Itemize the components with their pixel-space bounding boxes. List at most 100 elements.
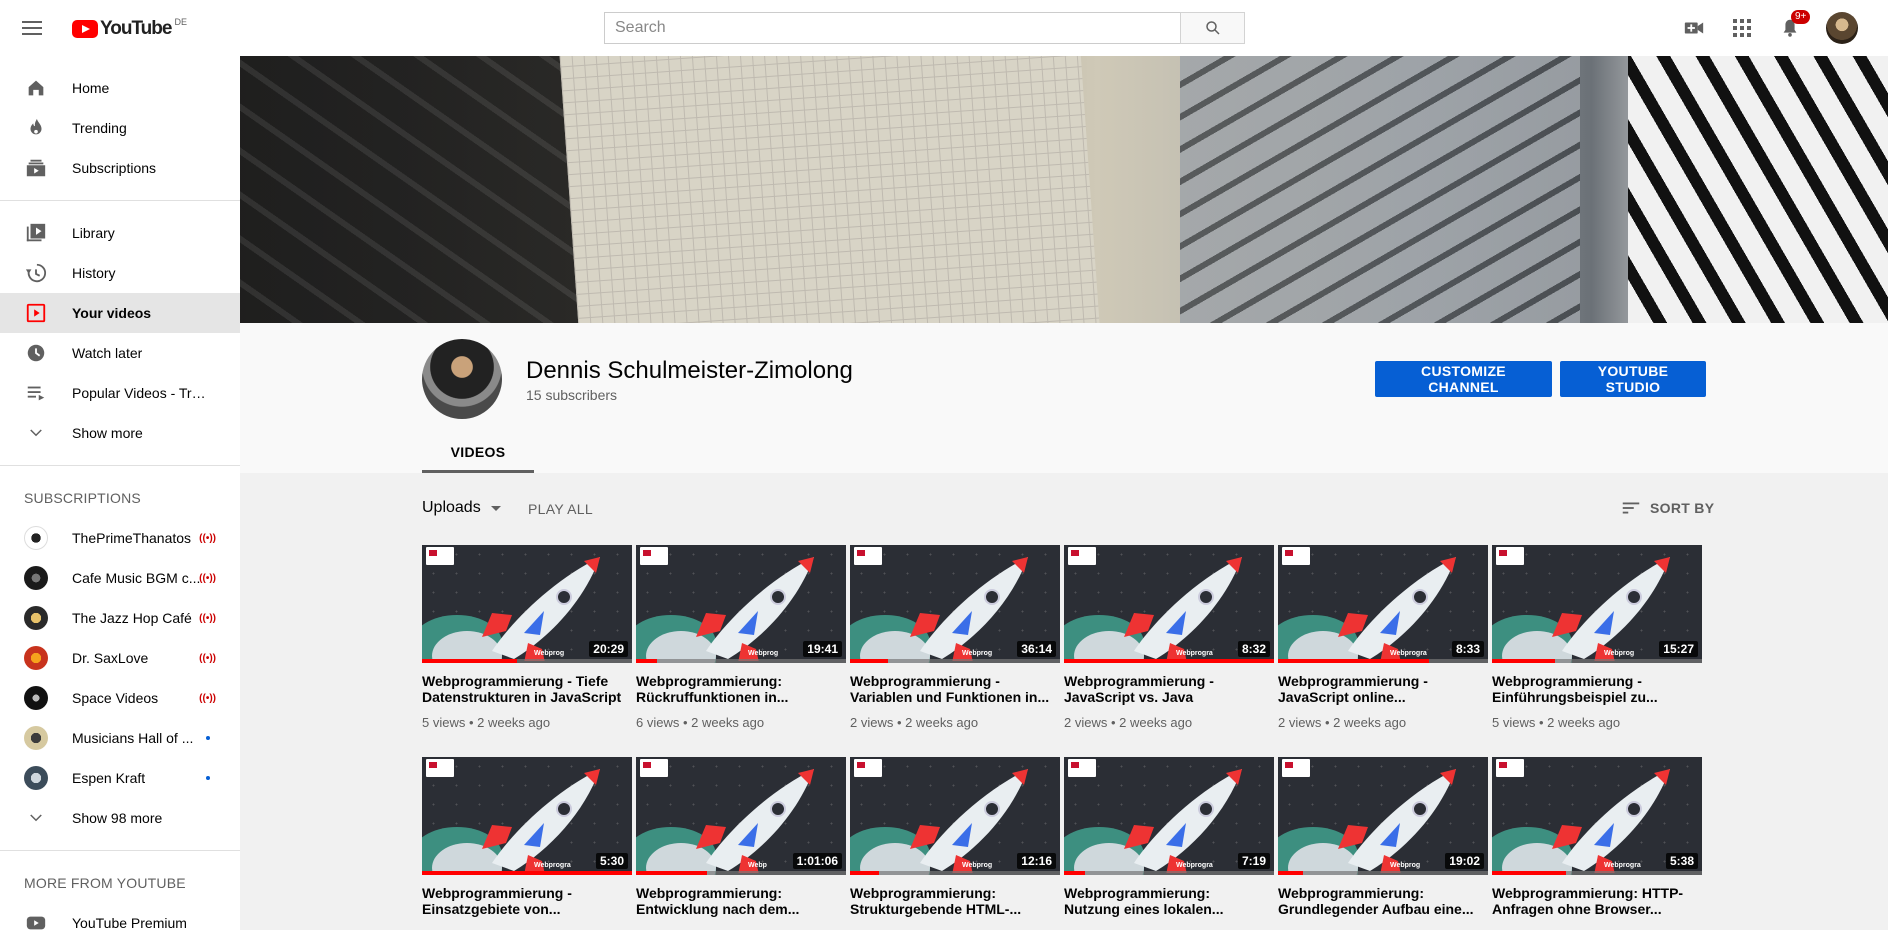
- watch-progress-fill: [422, 659, 517, 663]
- apps-grid-icon[interactable]: [1730, 16, 1754, 40]
- dhbw-logo: [1282, 759, 1310, 777]
- video-title[interactable]: Webprogrammierung: Entwicklung nach dem.…: [636, 885, 846, 917]
- sidebar-item-history[interactable]: History: [0, 253, 240, 293]
- channel-avatar: [24, 606, 48, 630]
- watch-progress-bar: [1492, 871, 1702, 875]
- subscription-item[interactable]: Musicians Hall of ...: [0, 718, 240, 758]
- video-duration: 36:14: [1017, 641, 1056, 657]
- video-card[interactable]: Webprogra 8:33 Webprogrammierung - JavaS…: [1278, 545, 1488, 757]
- video-title[interactable]: Webprogrammierung - Einsatzgebiete von..…: [422, 885, 632, 917]
- play-all-button[interactable]: PLAY ALL: [528, 501, 593, 517]
- youtube-studio-button[interactable]: YOUTUBE STUDIO: [1560, 361, 1706, 397]
- video-card[interactable]: Webprog 19:41 Webprogrammierung: Rückruf…: [636, 545, 846, 757]
- subscription-item[interactable]: Space Videos ((•)): [0, 678, 240, 718]
- video-title[interactable]: Webprogrammierung - JavaScript vs. Java: [1064, 673, 1274, 705]
- video-thumbnail[interactable]: Webprogra 7:19: [1064, 757, 1274, 875]
- video-thumbnail[interactable]: Webprog 19:41: [636, 545, 846, 663]
- video-thumbnail[interactable]: Webprog 15:27: [1492, 545, 1702, 663]
- watch-progress-fill: [422, 871, 632, 875]
- caret-down-icon: [490, 505, 501, 511]
- subscription-item[interactable]: Cafe Music BGM c... ((•)): [0, 558, 240, 598]
- subscription-item[interactable]: Espen Kraft: [0, 758, 240, 798]
- search-input[interactable]: [604, 12, 1180, 44]
- subscription-label: Space Videos: [72, 690, 159, 706]
- video-title[interactable]: Webprogrammierung - Einführungsbeispiel …: [1492, 673, 1702, 705]
- video-grid: Webprog 20:29 Webprogrammierung - Tiefe …: [422, 545, 1712, 930]
- chevron-down-icon: [24, 806, 48, 830]
- video-card[interactable]: Webprog 12:16 Webprogrammierung: Struktu…: [850, 757, 1060, 930]
- subscriptions-heading: SUBSCRIPTIONS: [24, 490, 141, 506]
- sidebar-item-home[interactable]: Home: [0, 68, 240, 108]
- uploads-dropdown[interactable]: Uploads: [422, 499, 501, 517]
- sidebar-show-more-subscriptions[interactable]: Show 98 more: [0, 798, 240, 838]
- video-title[interactable]: Webprogrammierung: Rückruffunktionen in.…: [636, 673, 846, 705]
- subscription-item[interactable]: The Jazz Hop Café ((•)): [0, 598, 240, 638]
- video-card[interactable]: Webprogra 5:38 Webprogrammierung: HTTP-A…: [1492, 757, 1702, 930]
- sidebar-item-library[interactable]: Library: [0, 213, 240, 253]
- video-card[interactable]: Webprog 19:02 Webprogrammierung: Grundle…: [1278, 757, 1488, 930]
- video-title[interactable]: Webprogrammierung: Strukturgebende HTML-…: [850, 885, 1060, 917]
- hamburger-menu-icon[interactable]: [20, 16, 44, 40]
- video-thumbnail[interactable]: Webprogra 8:32: [1064, 545, 1274, 663]
- watch-progress-bar: [1492, 659, 1702, 663]
- watch-progress-fill: [850, 871, 880, 875]
- banner-mixer-image: [1180, 56, 1580, 323]
- channel-avatar[interactable]: [422, 339, 502, 419]
- watch-progress-bar: [422, 659, 632, 663]
- video-card[interactable]: Webprogra 7:19 Webprogrammierung: Nutzun…: [1064, 757, 1274, 930]
- video-thumbnail[interactable]: Webprog 19:02: [1278, 757, 1488, 875]
- video-thumbnail[interactable]: Webprogra 5:30: [422, 757, 632, 875]
- watch-progress-bar: [1064, 871, 1274, 875]
- live-icon: ((•)): [199, 532, 216, 544]
- video-title[interactable]: Webprogrammierung: Nutzung eines lokalen…: [1064, 885, 1274, 917]
- subscription-item[interactable]: Dr. SaxLove ((•)): [0, 638, 240, 678]
- sidebar-item-playlist[interactable]: Popular Videos - Tran...: [0, 373, 240, 413]
- video-title[interactable]: Webprogrammierung - JavaScript online...: [1278, 673, 1488, 705]
- video-card[interactable]: Webprog 36:14 Webprogrammierung - Variab…: [850, 545, 1060, 757]
- subscription-label: Dr. SaxLove: [72, 650, 149, 666]
- video-thumbnail[interactable]: Webprog 36:14: [850, 545, 1060, 663]
- account-avatar[interactable]: [1826, 12, 1858, 44]
- notifications-bell-icon[interactable]: 9+: [1778, 10, 1811, 40]
- sort-icon: [1622, 502, 1640, 514]
- video-card[interactable]: Webprogra 8:32 Webprogrammierung - JavaS…: [1064, 545, 1274, 757]
- video-meta: 5 views • 2 weeks ago: [422, 715, 551, 730]
- dhbw-logo: [1496, 547, 1524, 565]
- overlay-text: Webprogra: [1390, 650, 1427, 657]
- video-card[interactable]: Webp 1:01:06 Webprogrammierung: Entwickl…: [636, 757, 846, 930]
- sidebar-item-label: Popular Videos - Tran...: [72, 385, 208, 401]
- video-thumbnail[interactable]: Webprog 12:16: [850, 757, 1060, 875]
- sidebar-item-label: History: [72, 265, 116, 281]
- video-thumbnail[interactable]: Webprogra 8:33: [1278, 545, 1488, 663]
- subscription-item[interactable]: ThePrimeThanatos ((•)): [0, 518, 240, 558]
- watch-progress-fill: [636, 659, 657, 663]
- create-video-icon[interactable]: [1682, 16, 1706, 40]
- video-thumbnail[interactable]: Webprog 20:29: [422, 545, 632, 663]
- video-title[interactable]: Webprogrammierung: Grundlegender Aufbau …: [1278, 885, 1488, 917]
- youtube-logo[interactable]: YouTube DE: [72, 17, 187, 40]
- video-title[interactable]: Webprogrammierung - Tiefe Datenstrukture…: [422, 673, 632, 705]
- tab-videos[interactable]: VIDEOS: [422, 433, 534, 473]
- watch-progress-fill: [850, 659, 888, 663]
- sidebar-item-label: Show 98 more: [72, 810, 163, 826]
- search-button[interactable]: [1180, 12, 1245, 44]
- sidebar-item-your-videos[interactable]: Your videos: [0, 293, 240, 333]
- sidebar-item-trending[interactable]: Trending: [0, 108, 240, 148]
- sidebar-item-label: Show more: [72, 425, 143, 441]
- sidebar-item-youtube-premium[interactable]: YouTube Premium: [0, 903, 240, 930]
- video-title[interactable]: Webprogrammierung: HTTP-Anfragen ohne Br…: [1492, 885, 1702, 917]
- sidebar-show-more[interactable]: Show more: [0, 413, 240, 453]
- customize-channel-button[interactable]: CUSTOMIZE CHANNEL: [1375, 361, 1552, 397]
- video-card[interactable]: Webprog 20:29 Webprogrammierung - Tiefe …: [422, 545, 632, 757]
- logo-text: YouTube: [100, 18, 172, 39]
- sidebar-item-label: Subscriptions: [72, 160, 157, 176]
- video-card[interactable]: Webprog 15:27 Webprogrammierung - Einfüh…: [1492, 545, 1702, 757]
- sort-by-button[interactable]: SORT BY: [1620, 497, 1714, 519]
- video-thumbnail[interactable]: Webprogra 5:38: [1492, 757, 1702, 875]
- sidebar-item-subscriptions[interactable]: Subscriptions: [0, 148, 240, 188]
- video-title[interactable]: Webprogrammierung - Variablen und Funkti…: [850, 673, 1060, 705]
- sidebar-item-watch-later[interactable]: Watch later: [0, 333, 240, 373]
- notification-badge: 9+: [1791, 10, 1811, 24]
- video-card[interactable]: Webprogra 5:30 Webprogrammierung - Einsa…: [422, 757, 632, 930]
- video-thumbnail[interactable]: Webp 1:01:06: [636, 757, 846, 875]
